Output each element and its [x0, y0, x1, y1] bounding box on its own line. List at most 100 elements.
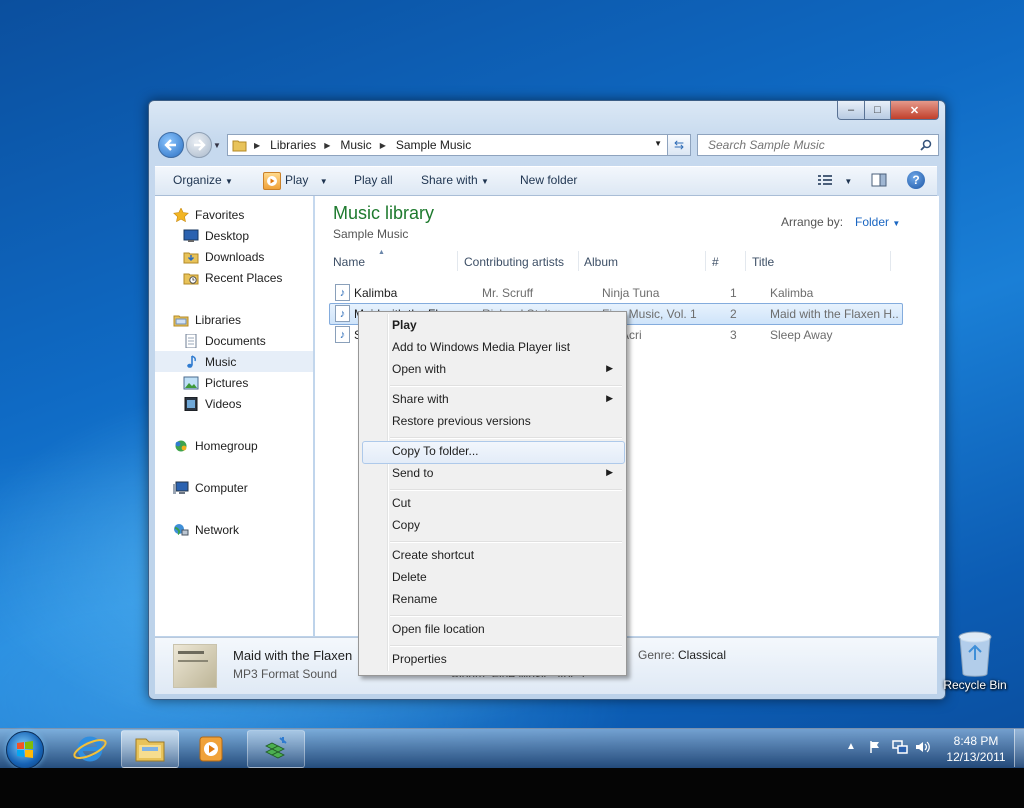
forward-button[interactable]	[186, 132, 212, 158]
taskbar-internet-explorer[interactable]	[70, 733, 110, 765]
menu-item-delete[interactable]: Delete	[362, 567, 623, 588]
maximize-button[interactable]: □	[864, 101, 891, 120]
music-note-icon	[187, 354, 196, 368]
search-box[interactable]	[697, 134, 939, 156]
play-all-button[interactable]: Play all	[354, 173, 393, 187]
menu-item-send-to[interactable]: Send to ▶	[362, 463, 623, 484]
breadcrumb-sample-music[interactable]: Sample Music	[396, 138, 471, 152]
audio-file-icon: ♪	[335, 305, 350, 322]
nav-videos[interactable]: Videos	[155, 393, 313, 414]
organize-button[interactable]: Organize ▼	[173, 173, 233, 187]
nav-computer[interactable]: Computer	[155, 477, 313, 498]
screen-letterbox	[0, 768, 1024, 808]
recent-pages-chevron-icon[interactable]: ▼	[213, 141, 221, 150]
recycle-bin-label: Recycle Bin	[943, 678, 1007, 692]
cell-album: Ninja Tuna	[602, 286, 660, 300]
taskbar-windows-explorer[interactable]	[121, 730, 179, 768]
cell-title: Kalimba	[770, 286, 814, 300]
column-header-number[interactable]: #	[712, 255, 719, 269]
menu-item-create-shortcut[interactable]: Create shortcut	[362, 545, 623, 566]
desktop-icon-recycle-bin[interactable]: Recycle Bin	[942, 630, 1008, 692]
library-title: Music library	[333, 203, 435, 223]
system-clock[interactable]: 8:48 PM 12/13/2011	[944, 733, 1008, 765]
show-hidden-icons-button[interactable]: ▲	[846, 741, 856, 752]
menu-item-restore-previous-versions[interactable]: Restore previous versions	[362, 411, 623, 432]
cell-title: Sleep Away	[770, 328, 833, 342]
action-center-flag-icon[interactable]	[868, 740, 882, 754]
volume-icon[interactable]	[915, 740, 931, 754]
play-icon	[263, 172, 281, 190]
network-icon	[174, 523, 189, 535]
details-genre-value[interactable]: Classical	[678, 648, 726, 662]
cell-number: 2	[730, 307, 737, 321]
submenu-arrow-icon: ▶	[606, 363, 613, 373]
homegroup-icon	[175, 440, 187, 451]
refresh-button[interactable]: ⇆	[667, 134, 691, 156]
column-header-name[interactable]: Name	[333, 255, 365, 269]
preview-pane-button[interactable]	[871, 173, 887, 190]
details-view-icon	[818, 175, 832, 185]
menu-item-rename[interactable]: Rename	[362, 589, 623, 610]
details-file-type: MP3 Format Sound	[233, 667, 338, 681]
album-art-thumbnail	[173, 644, 217, 688]
nav-recent-places[interactable]: Recent Places	[155, 267, 313, 288]
table-row[interactable]: ♪ Kalimba Mr. Scruff Ninja Tuna 1 Kalimb…	[329, 282, 903, 302]
minimize-button[interactable]: –	[837, 101, 865, 120]
change-view-button[interactable]: ▼	[817, 173, 852, 190]
menu-item-cut[interactable]: Cut	[362, 493, 623, 514]
nav-favorites[interactable]: Favorites	[155, 204, 313, 225]
show-desktop-button[interactable]	[1014, 729, 1024, 767]
menu-item-play[interactable]: Play	[362, 315, 623, 336]
menu-item-open-file-location[interactable]: Open file location	[362, 619, 623, 640]
nav-documents[interactable]: Documents	[155, 330, 313, 351]
address-bar[interactable]: ▶ Libraries ▶ Music ▶ Sample Music ▼	[227, 134, 669, 156]
nav-homegroup[interactable]: Homegroup	[155, 435, 313, 456]
recent-places-icon	[183, 273, 199, 284]
search-icon[interactable]	[920, 139, 932, 151]
downloads-folder-icon	[183, 252, 199, 263]
column-header-album[interactable]: Album	[584, 255, 618, 269]
nav-desktop[interactable]: Desktop	[155, 225, 313, 246]
nav-libraries[interactable]: Libraries	[155, 309, 313, 330]
column-header-artists[interactable]: Contributing artists	[464, 255, 564, 269]
nav-downloads[interactable]: Downloads	[155, 246, 313, 267]
arrange-by-dropdown[interactable]: Folder ▼	[855, 215, 900, 229]
cell-name: Kalimba	[354, 286, 398, 300]
play-button[interactable]: Play ▼	[285, 173, 328, 187]
breadcrumb-music[interactable]: Music	[340, 138, 371, 152]
star-icon	[173, 207, 189, 222]
audio-file-icon: ♪	[335, 284, 350, 301]
close-button[interactable]: ✕	[890, 101, 939, 120]
menu-item-share-with[interactable]: Share with ▶	[362, 389, 623, 410]
desktop-icon	[183, 229, 199, 242]
breadcrumb-separator-icon: ▶	[324, 140, 331, 150]
menu-item-copy[interactable]: Copy	[362, 515, 623, 536]
share-with-button[interactable]: Share with ▼	[421, 173, 489, 187]
clock-date: 12/13/2011	[946, 750, 1006, 764]
taskbar-app-grid[interactable]	[247, 730, 305, 768]
address-dropdown-icon[interactable]: ▼	[654, 139, 662, 148]
network-status-icon[interactable]	[892, 740, 908, 754]
menu-item-properties[interactable]: Properties	[362, 649, 623, 670]
back-button[interactable]	[158, 132, 184, 158]
nav-network[interactable]: Network	[155, 519, 313, 540]
nav-music[interactable]: Music	[155, 351, 313, 372]
menu-item-copy-to-folder[interactable]: Copy To folder...	[362, 441, 625, 464]
details-genre-label: Genre:	[638, 648, 675, 662]
menu-item-open-with[interactable]: Open with ▶	[362, 359, 623, 380]
forward-arrow-icon	[194, 139, 206, 151]
submenu-arrow-icon: ▶	[606, 467, 613, 477]
breadcrumb-libraries[interactable]: Libraries	[270, 138, 316, 152]
help-icon[interactable]: ?	[907, 171, 925, 189]
cell-number: 1	[730, 286, 737, 300]
new-folder-button[interactable]: New folder	[520, 173, 577, 187]
column-header-title[interactable]: Title	[752, 255, 774, 269]
library-subtitle: Sample Music	[333, 227, 409, 241]
search-input[interactable]	[706, 137, 915, 153]
menu-item-add-to-wmp-list[interactable]: Add to Windows Media Player list	[362, 337, 623, 358]
nav-pictures[interactable]: Pictures	[155, 372, 313, 393]
start-button[interactable]	[6, 731, 44, 769]
taskbar-media-player[interactable]	[195, 733, 227, 765]
app-grid-icon	[265, 737, 287, 759]
explorer-folder-icon	[135, 738, 165, 762]
